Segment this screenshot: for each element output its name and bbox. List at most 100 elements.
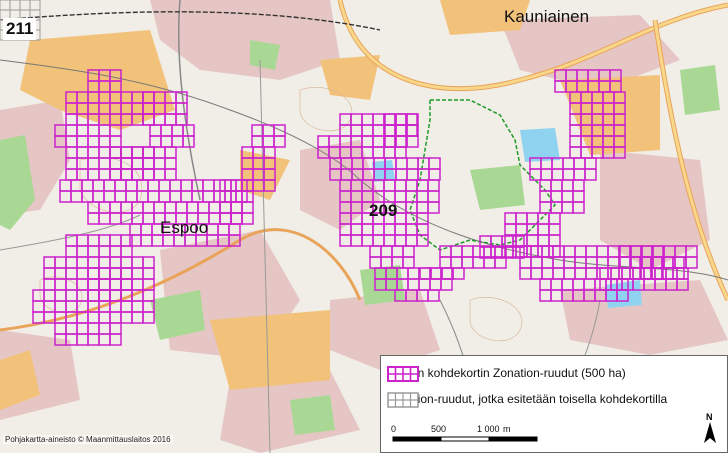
zonation-cell <box>120 256 133 269</box>
zonation-cell <box>98 267 111 280</box>
zonation-cell <box>87 168 100 181</box>
zonation-cell <box>54 300 67 313</box>
place-label-kauniainen: Kauniainen <box>504 7 590 26</box>
zonation-cell <box>87 146 100 159</box>
zonation-cell <box>599 267 612 280</box>
zonation-cell <box>504 212 517 225</box>
zonation-cell <box>149 135 162 148</box>
zonation-cell <box>54 256 67 269</box>
zonation-cell <box>109 234 122 247</box>
zonation-cell <box>109 256 122 269</box>
zonation-cell <box>131 168 144 181</box>
zonation-cell <box>550 201 563 214</box>
zonation-cell <box>131 157 144 170</box>
zonation-cell <box>109 212 122 225</box>
zonation-cell <box>129 223 142 236</box>
zonation-cell <box>70 190 83 203</box>
zonation-cell <box>87 157 100 170</box>
legend-swatch-other-card <box>387 392 419 408</box>
zonation-cell <box>76 168 89 181</box>
zonation-cell <box>65 168 78 181</box>
zonation-cell <box>251 135 264 148</box>
zonation-cell <box>76 135 89 148</box>
zonation-cell <box>164 201 177 214</box>
zonation-cell <box>391 245 404 258</box>
zonation-cell <box>427 289 440 302</box>
zonation-cell <box>131 146 144 159</box>
zonation-cell <box>125 190 138 203</box>
zonation-cell <box>98 333 111 346</box>
zonation-cell <box>439 256 452 269</box>
zonation-cell <box>230 201 243 214</box>
zonation-cell <box>427 179 440 192</box>
zonation-cell <box>98 278 111 291</box>
legend-label-other-card: Zonation-ruudut, jotka esitetään toisell… <box>387 392 668 406</box>
zonation-cell <box>153 201 166 214</box>
zonation-cell <box>98 135 111 148</box>
zonation-cell <box>537 245 550 258</box>
zonation-cell <box>76 289 89 302</box>
zonation-cell <box>164 146 177 159</box>
zonation-cell <box>87 256 100 269</box>
zonation-cell <box>142 267 155 280</box>
zonation-cell <box>228 223 241 236</box>
zonation-cell <box>76 245 89 258</box>
zonation-cell <box>87 135 100 148</box>
zonation-cell <box>361 113 374 126</box>
zonation-cell <box>573 168 586 181</box>
zonation-cell <box>171 135 184 148</box>
zonation-cell <box>450 256 463 269</box>
zonation-cell <box>395 168 408 181</box>
zonation-cell <box>563 256 576 269</box>
zonation-cell <box>519 267 532 280</box>
zonation-cell <box>98 289 111 302</box>
zonation-cell <box>160 135 173 148</box>
zonation-cell <box>136 179 149 192</box>
zonation-cell <box>43 289 56 302</box>
zonation-cell <box>120 267 133 280</box>
zonation-cell <box>563 267 576 280</box>
zonation-cell <box>186 201 199 214</box>
zonation-cell <box>537 223 550 236</box>
zonation-cell <box>406 157 419 170</box>
zonation-cell <box>169 179 182 192</box>
zonation-cell <box>43 256 56 269</box>
zonation-cell <box>164 168 177 181</box>
zonation-cell <box>418 278 431 291</box>
zonation-cell <box>526 212 539 225</box>
zonation-cell <box>537 234 550 247</box>
zonation-cell <box>109 168 122 181</box>
zonation-cell <box>550 278 563 291</box>
zonation-cell <box>539 289 552 302</box>
zonation-cell <box>585 267 598 280</box>
zonation-cell <box>416 223 429 236</box>
zonation-cell <box>241 201 254 214</box>
zonation-cell <box>65 113 78 126</box>
zonation-cell <box>65 245 78 258</box>
zonation-cell <box>562 168 575 181</box>
zonation-cell <box>131 256 144 269</box>
zonation-cell <box>65 267 78 280</box>
zonation-cell <box>573 157 586 170</box>
zonation-cell <box>87 124 100 137</box>
zonation-cell <box>87 289 100 302</box>
zonation-cell <box>539 179 552 192</box>
zonation-cell <box>109 267 122 280</box>
zonation-cell <box>131 157 144 170</box>
zonation-cell <box>219 212 232 225</box>
zonation-cell <box>585 245 598 258</box>
zonation-cell <box>369 245 382 258</box>
zonation-cell <box>574 267 587 280</box>
zonation-cell <box>171 124 184 137</box>
zonation-cell <box>109 157 122 170</box>
zonation-cell <box>164 157 177 170</box>
zonation-cell <box>109 157 122 170</box>
zonation-cell <box>440 278 453 291</box>
zonation-cell <box>87 267 100 280</box>
zonation-cell <box>372 146 385 159</box>
zonation-cell <box>530 267 543 280</box>
zonation-cell <box>103 190 116 203</box>
map-canvas[interactable]: Kauniainen Espoo 211 209 Pohjakartta-ain… <box>0 0 728 453</box>
zonation-cell <box>550 179 563 192</box>
scale-bar-graphic <box>392 436 538 442</box>
